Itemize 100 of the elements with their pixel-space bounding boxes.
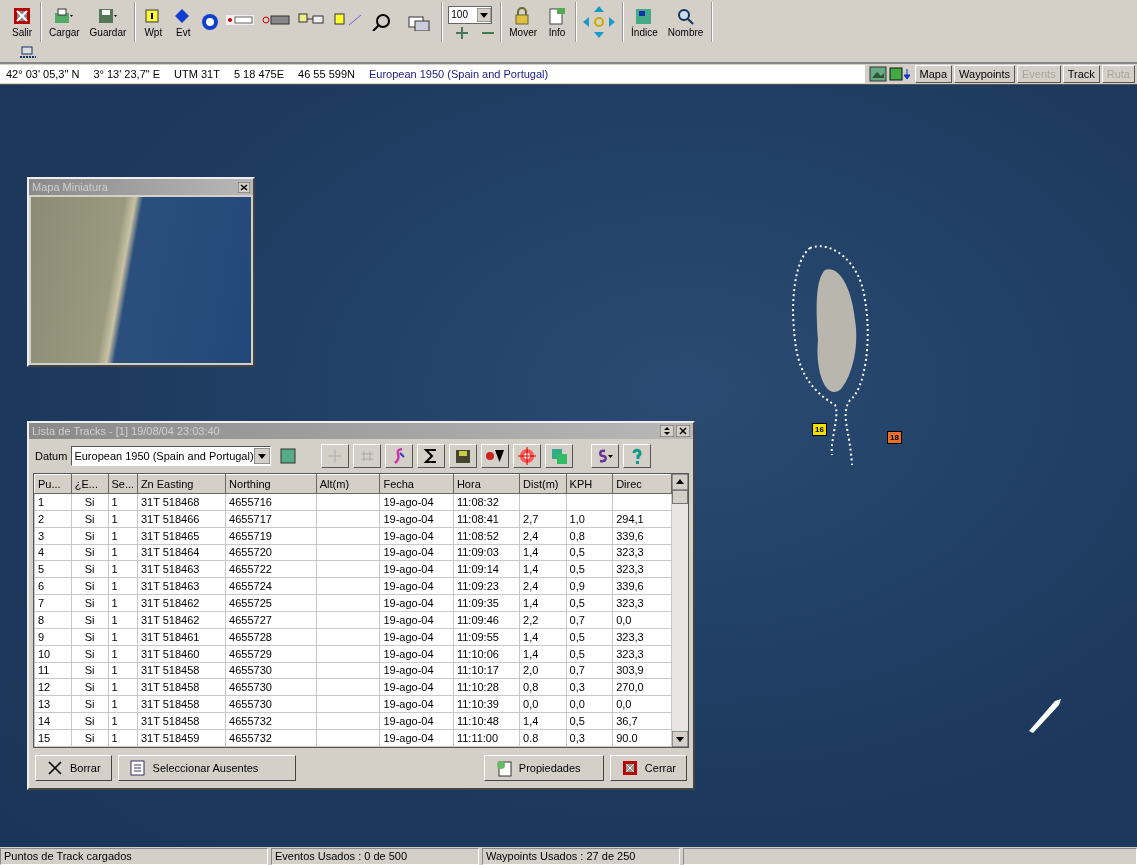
table-cell: 1 [34, 493, 72, 511]
column-header[interactable]: Zn Easting [137, 474, 226, 494]
table-cell: 0,5 [566, 712, 613, 730]
floppy-button[interactable] [448, 444, 477, 468]
table-cell: 1,4 [519, 560, 567, 578]
table-cell: 31T 518468 [137, 493, 226, 511]
table-cell: 4655730 [225, 695, 317, 713]
table-cell [316, 645, 380, 663]
table-cell: 1 [108, 611, 138, 629]
table-cell: 0,0 [612, 695, 672, 713]
table-cell: 1 [108, 493, 138, 511]
table-cell: 4655724 [225, 577, 317, 595]
table-cell: 1,4 [519, 544, 567, 561]
column-header[interactable]: KPH [566, 474, 613, 494]
view-tab[interactable]: Waypoints [954, 65, 1015, 83]
toolbar-button[interactable]: Nombre [665, 4, 706, 40]
swirl-button[interactable] [384, 444, 413, 468]
toolbar-button[interactable]: Wpt [141, 4, 166, 40]
column-header[interactable]: ¿E... [71, 474, 108, 494]
floppy-icon [97, 6, 118, 25]
table-cell: Si [71, 611, 108, 629]
table-cell: 0,5 [566, 560, 613, 578]
table-cell: 2,4 [519, 527, 567, 545]
table-cell: 0,5 [566, 544, 613, 561]
table-cell: 4655732 [225, 712, 317, 730]
dropdown-arrow-icon[interactable] [477, 7, 492, 22]
sum-button[interactable] [416, 444, 445, 468]
column-header[interactable]: Alt(m) [316, 474, 380, 494]
table-cell: 19-ago-04 [379, 678, 454, 696]
zoom-value: 100 [450, 9, 469, 20]
column-header[interactable]: Pu... [34, 474, 72, 494]
waypoint-marker[interactable]: 16 [812, 423, 827, 436]
table-cell: Si [71, 544, 108, 561]
column-header[interactable]: Se... [108, 474, 138, 494]
window-title: Lista de Tracks - [1] 19/08/04 23:03:40 [32, 425, 220, 437]
waypoint-marker[interactable]: 18 [887, 431, 902, 444]
datum-value: European 1950 (Spain and Portugal) [74, 450, 254, 462]
table-cell: 19-ago-04 [379, 544, 454, 561]
table-cell: 31T 518464 [137, 544, 226, 561]
save-download-icon[interactable] [888, 66, 913, 82]
table-cell: 4655730 [225, 662, 317, 679]
props-button[interactable]: Propiedades [483, 755, 604, 781]
restore-icon[interactable] [660, 425, 674, 437]
table-cell: 31T 518458 [137, 695, 226, 713]
table-cell: 31T 518458 [137, 678, 226, 696]
delete-button[interactable]: Borrar [35, 755, 112, 781]
table-cell: 11:10:06 [453, 645, 520, 663]
datum-dropdown[interactable]: European 1950 (Spain and Portugal) [71, 446, 271, 466]
close-icon[interactable] [676, 425, 690, 437]
table-cell [316, 577, 380, 595]
table-cell: 1 [108, 560, 138, 578]
table-cell: 11:10:39 [453, 695, 520, 713]
toolbar-button[interactable]: Mover [507, 4, 540, 40]
scroll-down-icon[interactable] [672, 731, 688, 747]
close-icon[interactable] [238, 181, 250, 193]
table-cell: 0,8 [566, 527, 613, 545]
column-header[interactable]: Dist(m) [519, 474, 567, 494]
toolbar-button[interactable]: Salir [10, 4, 34, 40]
table-cell: 11:08:52 [453, 527, 520, 545]
toolbar-button[interactable]: Guardar [87, 4, 129, 40]
scroll-thumb[interactable] [672, 490, 688, 504]
table-cell: 31T 518458 [137, 662, 226, 679]
close-button[interactable]: Cerrar [609, 755, 687, 781]
column-header[interactable]: Northing [225, 474, 317, 494]
table-cell [316, 611, 380, 629]
toolbar-button[interactable]: Índice [629, 4, 660, 40]
table-cell [316, 678, 380, 696]
picture-icon[interactable] [278, 447, 297, 465]
select-button[interactable]: Seleccionar Ausentes [117, 755, 296, 781]
table-cell: 2,2 [519, 611, 567, 629]
coordinate-text: 46 55 599N [298, 68, 355, 80]
table-cell: Si [71, 577, 108, 595]
zoom-field[interactable]: 100 [448, 5, 493, 24]
s-menu-button[interactable] [590, 444, 619, 468]
dot-menu-button[interactable] [480, 444, 509, 468]
table-cell: Si [71, 510, 108, 528]
copy-button[interactable] [544, 444, 573, 468]
view-tab[interactable]: Track [1062, 65, 1100, 83]
grid-button[interactable] [352, 444, 381, 468]
table-cell [316, 510, 380, 528]
table-cell: 4655728 [225, 628, 317, 646]
column-header[interactable]: Fecha [379, 474, 454, 494]
toolbar-button[interactable]: Evt [171, 4, 196, 40]
toolbar-button[interactable]: Cargar [47, 4, 82, 40]
table-cell: 19-ago-04 [379, 527, 454, 545]
table-cell: 4655727 [225, 611, 317, 629]
target-button[interactable] [512, 444, 541, 468]
toolbar-button[interactable]: Info [545, 4, 570, 40]
landscape-icon[interactable] [868, 66, 887, 82]
scroll-up-icon[interactable] [672, 474, 688, 490]
round-badge-icon[interactable] [201, 13, 220, 31]
dot-menu-icon [485, 447, 504, 465]
help-button[interactable] [622, 444, 651, 468]
table-cell [519, 493, 567, 511]
table-cell: 4655717 [225, 510, 317, 528]
column-header[interactable]: Hora [453, 474, 520, 494]
dropdown-arrow-icon[interactable] [253, 448, 270, 464]
table-cell: 31T 518466 [137, 510, 226, 528]
view-tab[interactable]: Mapa [914, 65, 953, 83]
zoom-in-icon[interactable] [456, 26, 469, 39]
